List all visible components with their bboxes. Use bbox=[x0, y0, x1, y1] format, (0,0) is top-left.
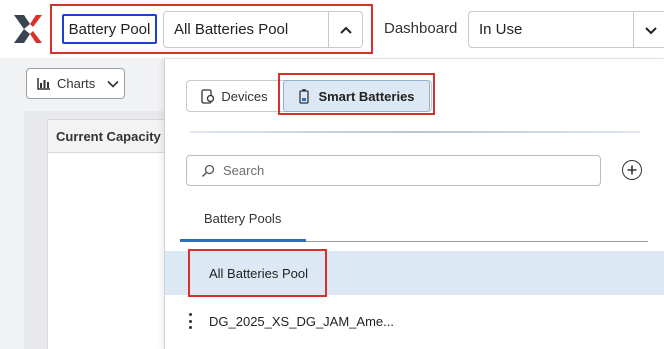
section-divider bbox=[190, 131, 640, 133]
smart-batteries-toggle-label: Smart Batteries bbox=[318, 88, 415, 104]
dashboard-label: Dashboard bbox=[384, 20, 458, 37]
chevron-down-icon bbox=[107, 80, 119, 88]
devices-toggle[interactable]: Devices bbox=[186, 80, 282, 112]
list-item-label[interactable]: All Batteries Pool bbox=[209, 266, 308, 281]
bar-chart-icon bbox=[37, 77, 50, 90]
app-page: Battery Pool All Batteries Pool Dashboar… bbox=[0, 0, 664, 349]
devices-toggle-label: Devices bbox=[221, 88, 268, 104]
dashboard-select[interactable]: In Use bbox=[468, 11, 664, 48]
chevron-up-icon[interactable] bbox=[328, 12, 362, 47]
brand-x-logo-icon[interactable] bbox=[10, 11, 46, 47]
list-item-label[interactable]: DG_2025_XS_DG_JAM_Ame... bbox=[209, 314, 394, 329]
charts-button[interactable]: Charts bbox=[26, 68, 125, 99]
capacity-card-header: Current Capacity bbox=[47, 119, 172, 153]
device-icon bbox=[201, 88, 215, 104]
battery-pool-select-value: All Batteries Pool bbox=[174, 21, 289, 38]
charts-button-label: Charts bbox=[57, 76, 96, 91]
capacity-card bbox=[47, 119, 172, 349]
battery-pool-select[interactable]: All Batteries Pool bbox=[163, 11, 363, 48]
smart-batteries-toggle[interactable]: Smart Batteries bbox=[283, 80, 430, 112]
top-bar: Battery Pool All Batteries Pool Dashboar… bbox=[0, 0, 664, 58]
kebab-menu-icon[interactable] bbox=[187, 313, 193, 329]
pool-search-input[interactable]: Search bbox=[186, 155, 601, 186]
battery-icon bbox=[299, 89, 310, 104]
active-tab-indicator bbox=[180, 239, 306, 242]
search-icon bbox=[201, 164, 215, 177]
tab-battery-pools[interactable]: Battery Pools bbox=[204, 211, 281, 226]
search-placeholder: Search bbox=[223, 163, 265, 178]
battery-pool-label: Battery Pool bbox=[62, 14, 157, 44]
chevron-down-icon[interactable] bbox=[633, 12, 664, 47]
plus-circle-icon[interactable] bbox=[622, 160, 642, 180]
